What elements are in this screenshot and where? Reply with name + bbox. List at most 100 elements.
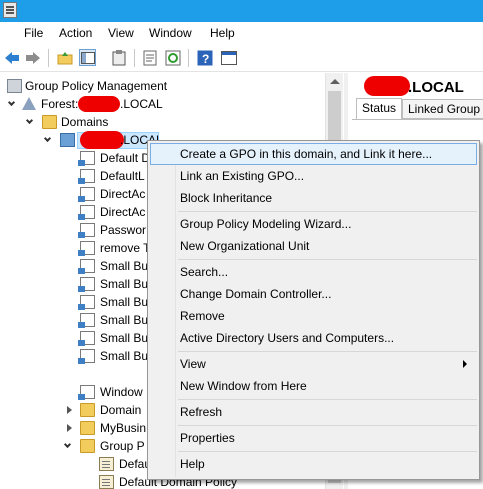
gpo-link-icon [78,169,95,184]
tree-child-label: DefaultL [100,169,145,183]
forward-icon[interactable] [24,49,41,66]
tree-child-label: Group P [100,439,145,453]
tree-child-label: DirectAc [100,187,146,201]
tree-root-label: Group Policy Management [25,79,168,93]
menu-window[interactable]: Window [149,26,192,40]
menu-separator [178,451,477,452]
expand-open-icon[interactable] [63,440,72,449]
tree-child-label: MyBusin [100,421,147,435]
tab-divider [352,119,483,120]
menu-item-ad-users-computers[interactable]: Active Directory Users and Computers... [150,327,477,349]
gpo-folder-icon [80,439,95,453]
domains-label: Domains [61,115,109,129]
menu-item-refresh[interactable]: Refresh [150,401,477,423]
gpm-app-icon [3,2,17,18]
toolbar-separator [188,49,189,67]
tree-child-label: Small Bu [100,331,149,345]
details-title: .LOCAL [408,79,464,96]
menu-item-change-dc[interactable]: Change Domain Controller... [150,283,477,305]
expand-open-icon[interactable] [7,98,16,107]
menu-view[interactable]: View [108,26,134,40]
menu-item-remove[interactable]: Remove [150,305,477,327]
tree-child-label: Default D [100,151,151,165]
forest-label-suffix: .LOCAL [120,97,163,111]
gpo-link-icon [78,223,95,238]
clipboard-icon[interactable] [110,49,127,66]
gpo-link-icon [78,241,95,256]
menu-separator [178,259,477,260]
menu-item-view[interactable]: View [150,353,477,375]
gpo-link-icon [78,313,95,328]
domain-icon [60,133,75,147]
menu-separator [178,211,477,212]
gpo-link-icon [78,187,95,202]
toolbar-separator [134,49,135,67]
console-icon[interactable] [220,49,237,66]
menu-item-help[interactable]: Help [150,453,477,475]
ou-folder-icon [80,421,95,435]
expand-closed-icon[interactable] [67,424,72,432]
menu-action[interactable]: Action [59,26,92,40]
toolbar: ? [0,44,483,72]
gpo-link-icon [78,295,95,310]
context-menu: Create a GPO in this domain, and Link it… [147,140,480,480]
redaction-mark [78,96,120,112]
refresh-icon[interactable] [164,49,181,66]
tree-child-label: Small Bu [100,349,149,363]
scroll-up-arrow-icon[interactable] [330,79,340,84]
menu-item-modeling-wizard[interactable]: Group Policy Modeling Wizard... [150,213,477,235]
tree-child-label: Small Bu [100,313,149,327]
forest-label-prefix: Forest: [41,97,79,111]
tree-child-label: Small Bu [100,259,149,273]
menu-item-new-window[interactable]: New Window from Here [150,375,477,397]
gpo-link-icon [78,259,95,274]
tree-child-label: Window [100,385,143,399]
menu-item-block-inheritance[interactable]: Block Inheritance [150,187,477,209]
window-titlebar[interactable] [0,0,483,22]
ou-folder-icon [80,403,95,417]
tree-child-label: Domain [100,403,142,417]
tree-child-label: Small Bu [100,277,149,291]
menu-item-create-gpo[interactable]: Create a GPO in this domain, and Link it… [150,143,477,165]
menu-bar: File Action View Window Help [0,22,483,44]
svg-text:?: ? [202,52,209,66]
up-folder-icon[interactable] [56,49,73,66]
gpo-link-icon [78,151,95,166]
menu-item-view-label: View [180,357,206,371]
gpo-link-icon [78,385,95,400]
gpo-link-icon [78,205,95,220]
menu-item-link-existing-gpo[interactable]: Link an Existing GPO... [150,165,477,187]
tab-status[interactable]: Status [356,98,403,120]
show-hide-tree-icon[interactable] [79,49,96,66]
gpo-link-icon [78,331,95,346]
tree-child-label: Small Bu [100,295,149,309]
expand-open-icon[interactable] [25,116,34,125]
gpo-document-icon [99,457,114,471]
expand-open-icon[interactable] [43,134,52,143]
gpo-document-icon [99,475,114,489]
tree-child-label: remove T [100,241,151,255]
gpm-root-icon [7,79,22,93]
redaction-mark [364,76,410,96]
folder-icon [42,115,57,129]
menu-separator [178,425,477,426]
tree-child-label: Passwor [100,223,147,237]
tree-child-label: DirectAc [100,205,146,219]
menu-separator [178,399,477,400]
gpo-link-icon [78,277,95,292]
menu-help[interactable]: Help [210,26,235,40]
help-icon[interactable]: ? [196,49,213,66]
back-icon[interactable] [3,49,20,66]
toolbar-separator [48,49,49,67]
redaction-mark [80,131,124,149]
submenu-arrow-icon [463,360,467,368]
tab-linked-gpos[interactable]: Linked Group Po [402,99,483,119]
properties-icon[interactable] [141,49,158,66]
menu-file[interactable]: File [24,26,43,40]
menu-item-new-ou[interactable]: New Organizational Unit [150,235,477,257]
gpo-link-icon [78,349,95,364]
forest-icon [22,97,36,110]
expand-closed-icon[interactable] [67,406,72,414]
menu-item-search[interactable]: Search... [150,261,477,283]
menu-item-properties[interactable]: Properties [150,427,477,449]
